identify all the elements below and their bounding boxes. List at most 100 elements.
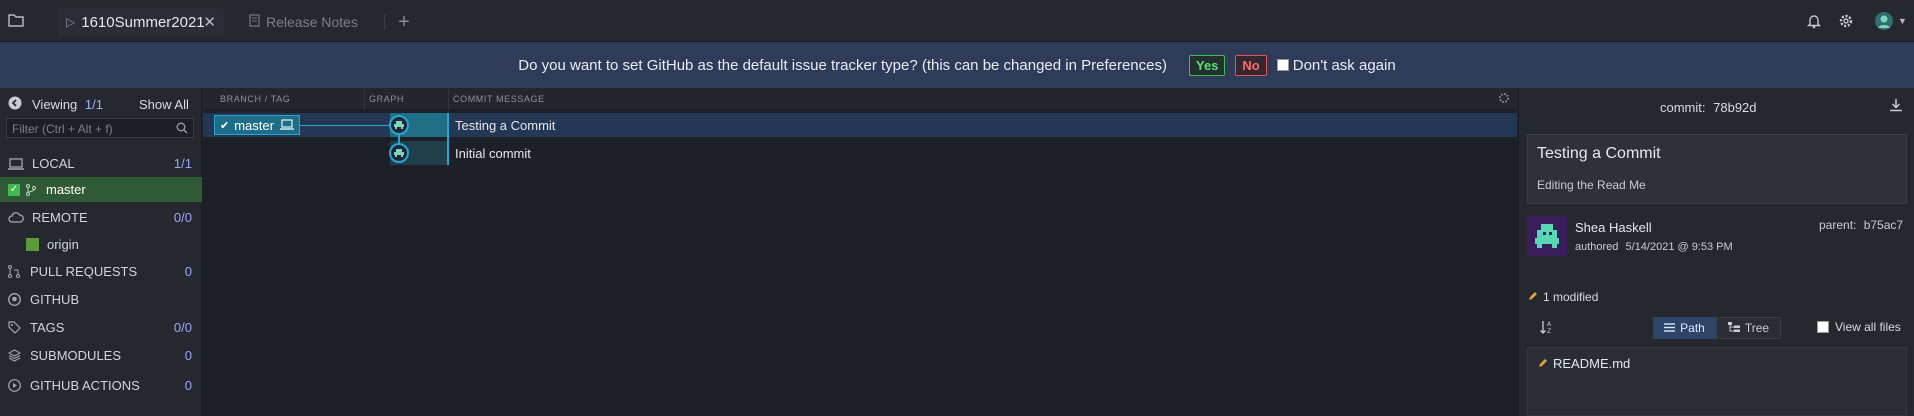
layers-icon [8,349,26,362]
commit-sha[interactable]: 78b92d [1713,100,1756,115]
branch-label-text: master [234,117,274,133]
tag-icon [8,321,26,334]
pencil-icon [1528,290,1538,304]
sidebar-section-github[interactable]: GITHUB [0,286,202,313]
author-name: Shea Haskell [1575,220,1652,235]
sidebar-section-pull-requests[interactable]: PULL REQUESTS 0 [0,258,202,285]
sidebar-section-tags[interactable]: TAGS 0/0 [0,314,202,341]
view-all-files-checkbox[interactable] [1817,321,1829,333]
branch-connector-line [300,125,390,126]
sidebar-section-label: LOCAL [32,156,75,171]
parent-info: parent: b75ac7 [1819,218,1903,232]
authored-label: authored [1575,241,1619,253]
svg-text:Z: Z [1547,328,1551,335]
sidebar-section-label: REMOTE [32,210,88,225]
tab-release-notes-label: Release Notes [266,14,358,30]
path-view-button[interactable]: Path [1653,317,1716,339]
filter-input-box[interactable]: Filter (Ctrl + Alt + f) [6,118,194,138]
sidebar-section-local[interactable]: LOCAL 1/1 [0,150,202,177]
download-icon[interactable] [1889,98,1903,115]
pencil-icon [1538,356,1548,371]
left-panel: Viewing 1/1 Show All Filter (Ctrl + Alt … [0,88,202,416]
commit-node-avatar[interactable] [389,143,409,166]
sidebar-section-label: GITHUB ACTIONS [30,378,140,393]
chevron-down-icon[interactable]: ▼ [1898,16,1907,26]
sidebar-section-submodules[interactable]: SUBMODULES 0 [0,342,202,369]
parent-sha[interactable]: b75ac7 [1864,218,1903,232]
commit-summary-card[interactable]: Testing a Commit Editing the Read Me [1527,134,1907,204]
commit-sha-header: commit: 78b92d [1660,100,1757,115]
commit-node-avatar[interactable] [389,115,409,138]
close-tab-icon[interactable]: ✕ [203,13,216,31]
sidebar-section-count: 0 [184,348,192,363]
tab-repo[interactable]: ▷ 1610Summer2021 ✕ [58,8,224,36]
gear-icon[interactable] [1838,13,1854,32]
file-row[interactable]: README.md [1538,356,1630,371]
sidebar-section-remote[interactable]: REMOTE 0/0 [0,204,202,231]
sidebar-section-count: 0/0 [173,320,192,335]
remote-avatar-icon [26,238,39,251]
dont-ask-checkbox[interactable] [1276,59,1289,71]
sidebar-section-label: SUBMODULES [30,348,122,363]
add-tab-button[interactable]: + [394,8,414,36]
github-icon [8,293,26,306]
avatar[interactable] [1874,11,1894,34]
author-avatar [1527,216,1567,256]
viewing-label: Viewing [32,97,78,112]
sidebar-item-origin[interactable]: origin [0,231,202,258]
yes-button[interactable]: Yes [1188,54,1226,76]
commit-row-marker [447,113,449,165]
sidebar-item-label: master [46,182,86,197]
sort-icon[interactable]: AZ [1539,319,1555,338]
banner-message: Do you want to set GitHub as the default… [518,56,1167,74]
laptop-icon [8,157,26,170]
column-header-branch[interactable]: BRANCH / TAG [220,94,290,104]
commit-message[interactable]: Testing a Commit [455,118,555,133]
document-icon [249,14,260,30]
column-header-message[interactable]: COMMIT MESSAGE [453,94,545,104]
commit-label: commit: [1660,100,1706,115]
back-arrow-icon[interactable] [8,96,22,113]
sidebar-section-count: 1/1 [173,156,192,171]
viewing-count: 1/1 [84,97,103,112]
sidebar-section-count: 0 [184,378,192,393]
sidebar-section-count: 0 [184,264,192,279]
sidebar-item-master[interactable]: ✓ master [0,177,202,202]
parent-label: parent: [1819,218,1857,232]
sidebar-section-label: GITHUB [30,292,80,307]
tab-release-notes[interactable]: Release Notes [245,8,375,36]
show-all-button[interactable]: Show All [139,97,189,112]
viewing-indicator: Viewing 1/1 [32,97,103,112]
branch-label-master[interactable]: ✔ master [214,115,300,135]
sidebar-section-count: 0/0 [173,210,192,225]
sidebar-section-label: PULL REQUESTS [30,264,138,279]
folder-icon[interactable] [8,13,24,30]
cloud-icon [8,211,26,224]
no-button[interactable]: No [1235,54,1267,76]
modified-count: 1 modified [1543,290,1599,304]
view-all-files-toggle[interactable]: View all files [1817,320,1901,334]
tree-view-button[interactable]: Tree [1716,317,1781,339]
column-header-graph[interactable]: GRAPH [369,94,404,104]
view-all-files-label: View all files [1835,320,1901,334]
modified-summary: 1 modified [1528,290,1598,304]
bell-icon[interactable] [1806,13,1822,32]
list-icon [1664,321,1676,335]
laptop-icon [279,118,294,133]
dont-ask-label: Don't ask again [1292,56,1396,74]
sidebar-section-github-actions[interactable]: GITHUB ACTIONS 0 [0,372,202,399]
commit-message[interactable]: Initial commit [455,146,531,161]
commit-summary[interactable]: Testing a Commit [1537,145,1661,163]
tab-repo-label: 1610Summer2021 [81,13,205,31]
changed-files-list: README.md [1527,347,1907,416]
column-settings-gear-icon[interactable] [1498,92,1510,106]
filter-input[interactable]: Filter (Ctrl + Alt + f) [12,122,113,136]
dont-ask-again[interactable]: Don't ask again [1276,56,1396,74]
branch-icon [26,183,40,196]
visible-checkbox-icon[interactable]: ✓ [8,183,20,196]
commit-description[interactable]: Editing the Read Me [1537,178,1646,192]
file-name: README.md [1553,356,1631,371]
authored-info: authored 5/14/2021 @ 9:53 PM [1575,241,1733,253]
authored-date: 5/14/2021 @ 9:53 PM [1625,241,1733,253]
top-bar: ▷ 1610Summer2021 ✕ Release Notes + ▼ [0,0,1914,42]
